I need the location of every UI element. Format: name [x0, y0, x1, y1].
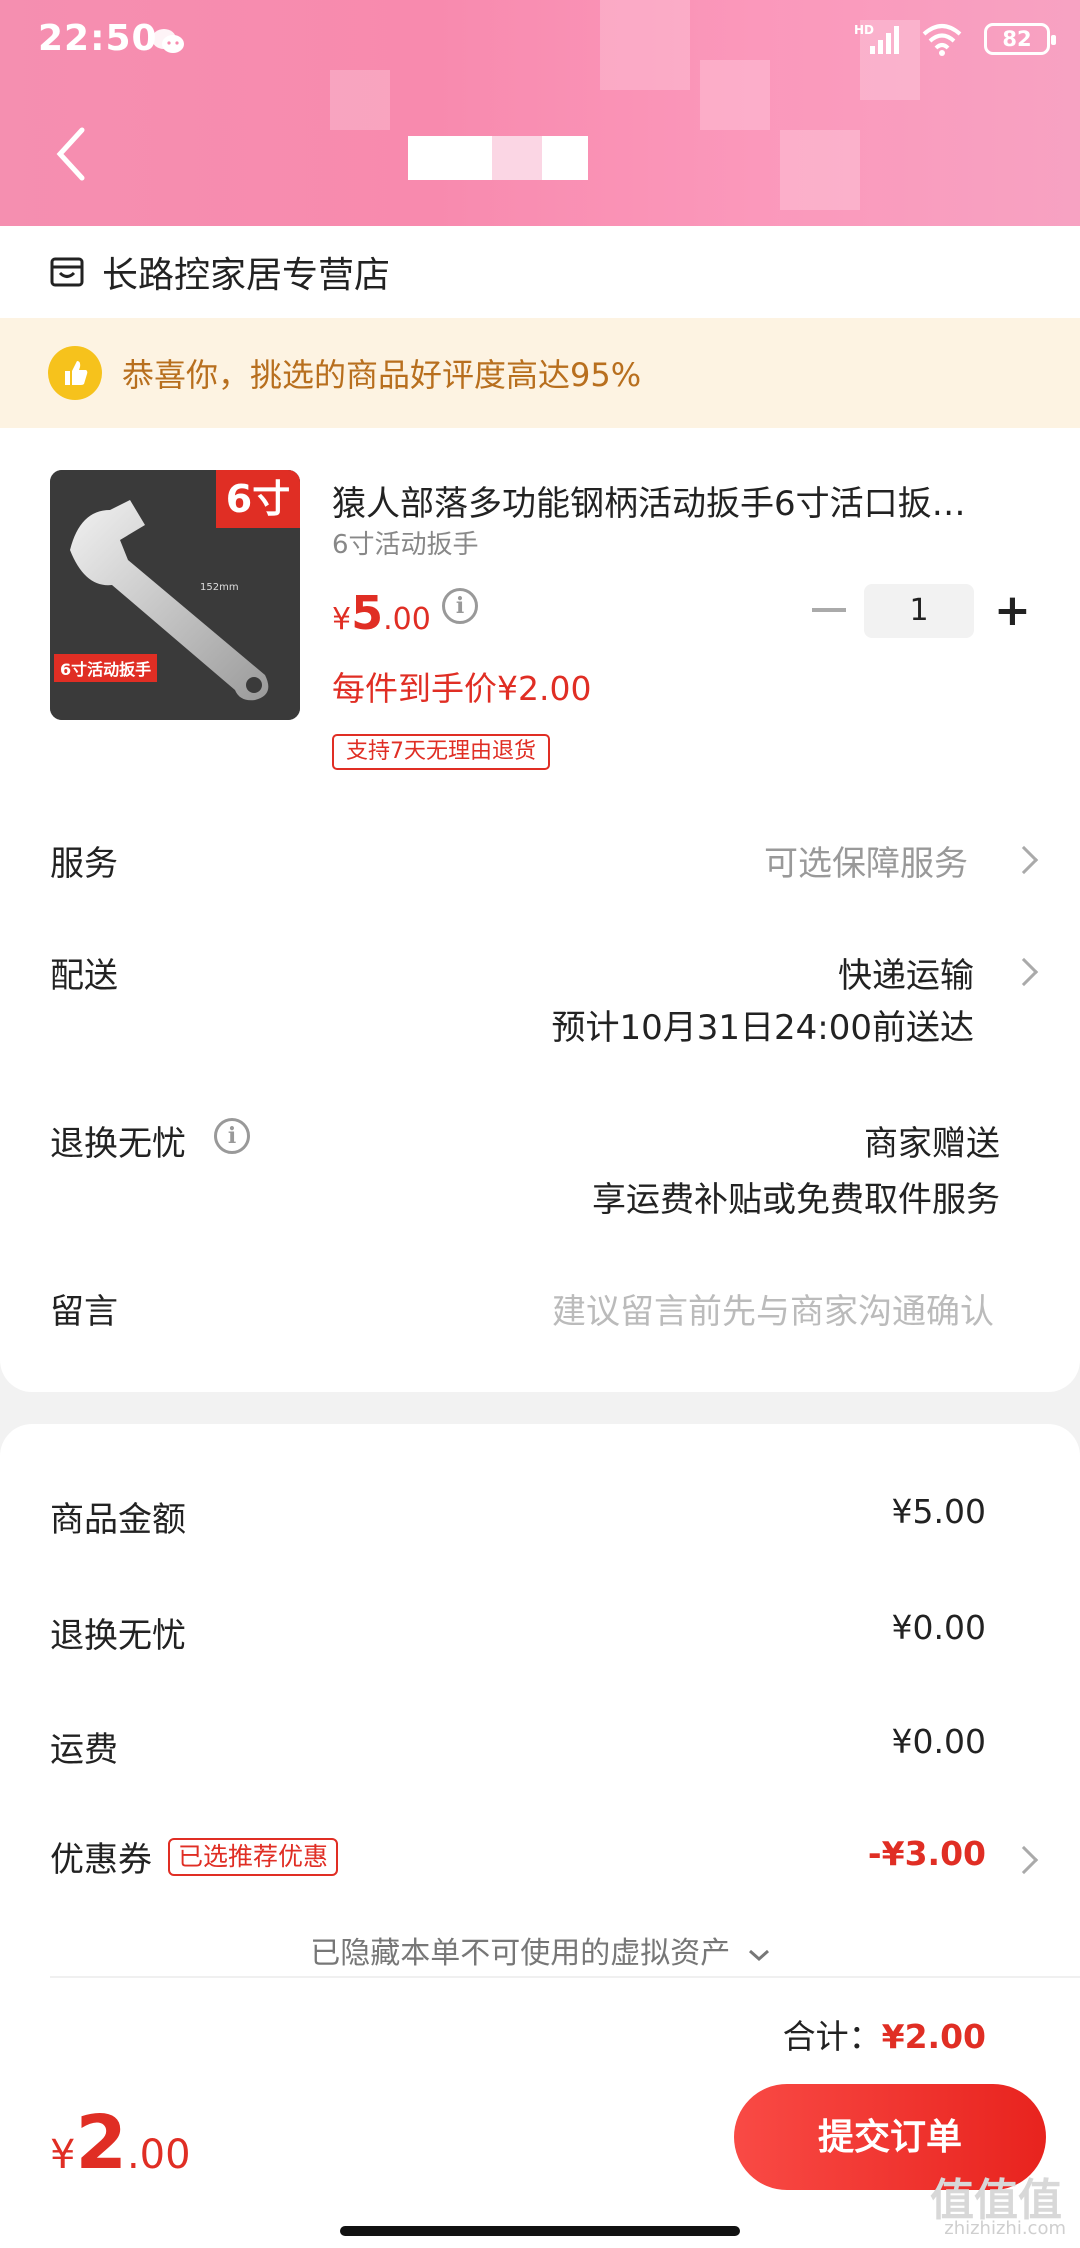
signal-icon: HD	[854, 23, 899, 54]
return-tag: 支持7天无理由退货	[332, 734, 550, 770]
coupon-tag: 已选推荐优惠	[168, 1837, 339, 1876]
header-pattern	[330, 70, 390, 130]
message-label: 留言	[50, 1292, 118, 1332]
price-dec: .00	[383, 602, 431, 637]
message-input[interactable]: 建议留言前先与商家沟通确认	[552, 1284, 994, 1333]
product-spec[interactable]: 6寸活动扳手	[332, 524, 479, 561]
chevron-down-icon	[748, 1949, 769, 1961]
wechat-icon	[152, 29, 184, 53]
coupon-chevron-icon[interactable]	[1009, 1845, 1039, 1875]
return-value: 商家赠送	[864, 1124, 1000, 1164]
shipping-label: 运费	[50, 1730, 118, 1770]
product-price: ¥5.00	[332, 586, 431, 640]
wifi-icon	[922, 24, 962, 56]
thumbs-up-icon	[48, 346, 102, 400]
total-row: 合计：¥2.00	[783, 2010, 986, 2058]
hidden-assets-text: 已隐藏本单不可使用的虚拟资产	[310, 1936, 731, 1971]
status-time: 22:50	[38, 18, 158, 59]
return-fee-value: ¥0.00	[891, 1608, 986, 1647]
divider	[50, 1976, 1080, 1978]
header: 22:50 HD 82	[0, 0, 1080, 226]
service-chevron-icon[interactable]	[1009, 845, 1039, 875]
header-pattern	[700, 60, 770, 130]
svg-text:152mm: 152mm	[200, 582, 239, 593]
product-image[interactable]: 152mm 6寸 6寸活动扳手	[50, 470, 300, 720]
image-badge: 6寸	[216, 470, 300, 528]
header-pattern	[780, 130, 860, 210]
store-icon	[50, 257, 84, 287]
home-indicator[interactable]	[340, 2226, 740, 2236]
page-title-redacted	[492, 136, 542, 180]
image-label: 6寸活动扳手	[54, 654, 158, 682]
goods-amount-value: ¥5.00	[891, 1492, 986, 1531]
goods-amount-label: 商品金额	[50, 1500, 186, 1540]
coupon-value[interactable]: -¥3.00	[868, 1834, 986, 1873]
delivery-value[interactable]: 快递运输	[838, 948, 974, 997]
final-price: 每件到手价¥2.00	[332, 669, 592, 708]
coupon-label: 优惠券	[50, 1840, 152, 1880]
price-info-icon[interactable]: i	[442, 588, 478, 624]
battery-icon: 82	[984, 23, 1056, 55]
delivery-eta: 预计10月31日24:00前送达	[551, 1008, 974, 1048]
service-value[interactable]: 可选保障服务	[764, 836, 968, 885]
order-card: 长路控家居专营店 恭喜你，挑选的商品好评度高达95% 152mm 6寸 6寸活动…	[0, 226, 1080, 1392]
summary-card: 商品金额 ¥5.00 退换无忧 ¥0.00 运费 ¥0.00 优惠券 已选推荐优…	[0, 1424, 1080, 2064]
pay-int: 2	[75, 2100, 127, 2186]
store-name: 长路控家居专营店	[102, 255, 391, 296]
status-icons: HD 82	[854, 22, 1056, 56]
svg-text:HD: HD	[854, 23, 874, 37]
service-label: 服务	[50, 844, 118, 884]
bottom-bar: ¥2.00 提交订单 值值值 zhizhizhi.com	[0, 2064, 1080, 2248]
pay-symbol: ¥	[50, 2132, 76, 2178]
return-desc: 享运费补贴或免费取件服务	[592, 1180, 1000, 1220]
shipping-value: ¥0.00	[891, 1722, 986, 1761]
hidden-assets-toggle[interactable]: 已隐藏本单不可使用的虚拟资产	[0, 1928, 1080, 1972]
watermark-url: zhizhizhi.com	[944, 2218, 1066, 2239]
delivery-label: 配送	[50, 956, 118, 996]
store-row[interactable]: 长路控家居专营店	[50, 226, 390, 318]
price-int: 5	[351, 586, 384, 640]
qty-decrease-button[interactable]	[812, 608, 846, 612]
praise-text: 恭喜你，挑选的商品好评度高达95%	[122, 356, 642, 394]
pay-amount: ¥2.00	[50, 2100, 191, 2186]
product-title[interactable]: 猿人部落多功能钢柄活动扳手6寸活口扳…	[332, 476, 1012, 525]
qty-increase-button[interactable]: +	[994, 586, 1031, 636]
quantity-input[interactable]: 1	[864, 584, 974, 638]
return-fee-label: 退换无忧	[50, 1616, 186, 1656]
delivery-chevron-icon[interactable]	[1009, 957, 1039, 987]
return-label: 退换无忧	[50, 1124, 186, 1164]
price-symbol: ¥	[332, 602, 352, 637]
header-pattern	[600, 0, 690, 90]
back-button[interactable]	[52, 124, 92, 184]
return-info-icon[interactable]: i	[214, 1118, 250, 1154]
praise-banner: 恭喜你，挑选的商品好评度高达95%	[0, 318, 1080, 428]
total-label: 合计：	[782, 2017, 882, 2056]
coupon-row[interactable]: 优惠券 已选推荐优惠	[50, 1832, 339, 1881]
total-value: ¥2.00	[881, 2017, 986, 2056]
pay-dec: .00	[126, 2132, 191, 2178]
